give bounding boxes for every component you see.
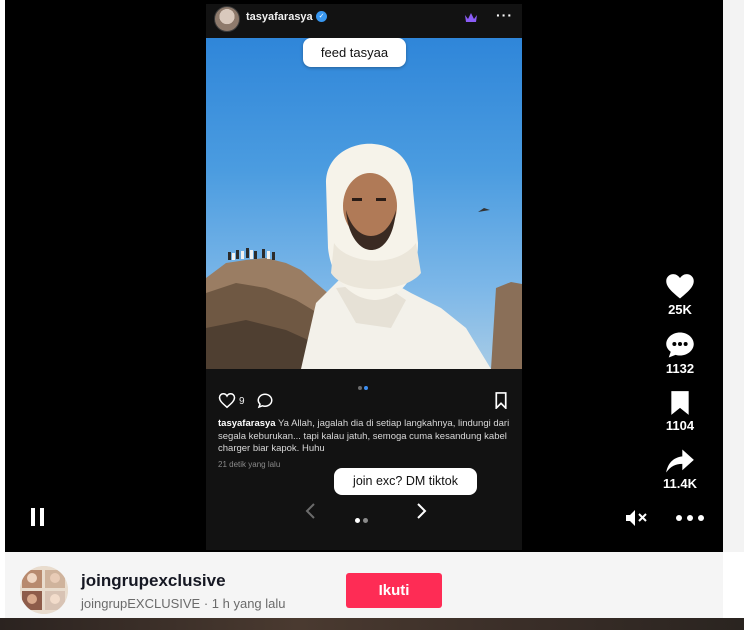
mute-icon[interactable] <box>625 509 649 527</box>
creator-avatar[interactable] <box>20 566 68 614</box>
pager-dot-active <box>355 518 360 523</box>
heart-icon <box>666 274 694 299</box>
video-player[interactable]: tasyafarasya ✓ ··· feed tasyaa 9 tasyafa… <box>5 0 723 552</box>
more-options-icon[interactable] <box>675 514 705 522</box>
caption-username: tasyafarasya <box>218 418 276 429</box>
page-scroll-gutter <box>723 0 744 552</box>
tiktok-video-page: tasyafarasya ✓ ··· feed tasyaa 9 tasyafa… <box>0 0 744 630</box>
dm-label-pill: join exc? DM tiktok <box>334 468 477 495</box>
comment-bubble-icon <box>666 332 694 358</box>
comment-count: 1132 <box>665 361 695 376</box>
post-avatar <box>214 6 240 32</box>
pager-dot <box>363 518 368 523</box>
chevron-left-icon <box>305 503 315 519</box>
more-icon: ··· <box>496 7 513 23</box>
crown-icon <box>465 13 477 22</box>
creator-subtitle: joingrupEXCLUSIVE · 1 h yang lalu <box>81 596 286 611</box>
share-button[interactable]: 11.4K <box>659 448 701 491</box>
post-username: tasyafarasya <box>246 11 313 23</box>
save-count: 1104 <box>665 418 695 433</box>
share-icon <box>666 449 694 473</box>
creator-name[interactable]: joingrupexclusive <box>81 571 226 591</box>
bookmark-icon <box>495 392 507 409</box>
like-count: 25K <box>668 302 692 317</box>
follow-button[interactable]: Ikuti <box>346 573 442 608</box>
share-count: 11.4K <box>663 476 697 491</box>
post-like-count: 9 <box>239 396 245 407</box>
embedded-instagram-post: tasyafarasya ✓ ··· feed tasyaa 9 tasyafa… <box>206 4 522 550</box>
next-video-preview <box>0 618 744 630</box>
heart-outline-icon <box>218 392 236 409</box>
save-button[interactable]: 1104 <box>659 390 701 433</box>
post-timestamp: 21 detik yang lalu <box>218 460 281 469</box>
feed-label-pill: feed tasyaa <box>303 38 406 67</box>
chevron-right-icon <box>417 503 427 519</box>
comment-icon <box>257 393 273 409</box>
post-actions: 9 <box>206 390 522 416</box>
carousel-pager <box>355 510 371 528</box>
verified-icon: ✓ <box>316 11 327 22</box>
comment-button[interactable]: 1132 <box>659 331 701 376</box>
like-button[interactable]: 25K <box>659 272 701 317</box>
post-photo: feed tasyaa <box>206 38 522 369</box>
creator-info-bar: joingrupexclusive joingrupEXCLUSIVE · 1 … <box>5 552 723 618</box>
bookmark-filled-icon <box>671 391 689 415</box>
post-caption: tasyafarasya Ya Allah, jagalah dia di se… <box>218 418 514 456</box>
pause-icon[interactable] <box>30 508 46 526</box>
post-header: tasyafarasya ✓ ··· <box>206 4 522 38</box>
